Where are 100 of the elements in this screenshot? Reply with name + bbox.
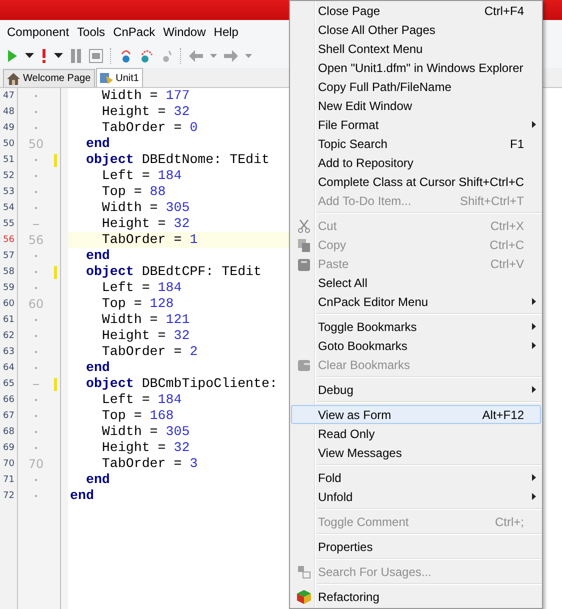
code-line: Top = 88 [100,184,167,200]
menu-option[interactable]: Read Only [291,424,541,443]
line-number: 54 [2,202,16,215]
copy-icon [297,238,311,252]
step-into-icon[interactable] [119,49,133,63]
code-line: end [84,472,111,488]
code-line: Top = 128 [100,296,175,312]
line-number: 58 [2,266,16,279]
code-line: Left = 184 [100,280,183,296]
unit-file-icon [100,72,113,84]
stop-icon[interactable] [89,49,103,63]
step-out-icon[interactable] [161,49,173,63]
menu-option[interactable]: Add to Repository [291,153,541,172]
line-number: 57 [2,250,16,263]
search-usages-icon [297,564,311,578]
menu-option[interactable]: Unfold [291,487,541,506]
code-line: TabOrder = 0 [100,120,199,136]
menu-option[interactable]: Debug [291,380,541,399]
editor-tab[interactable]: Welcome Page [3,69,95,87]
code-line: Left = 184 [100,168,183,184]
menu-option[interactable]: Goto Bookmarks [291,336,541,355]
line-number: 64 [2,362,16,375]
code-line: Width = 305 [100,200,191,216]
scissors-icon [297,218,311,232]
house-icon [7,72,20,84]
line-number: 48 [2,106,16,119]
pause-icon[interactable] [70,49,82,63]
line-number: 53 [2,186,16,199]
code-line: end [69,488,95,504]
code-line: Height = 32 [100,440,191,456]
code-line: Left = 184 [100,392,183,408]
menu-option[interactable]: CnPack Editor Menu [291,292,541,311]
cube-icon [297,590,311,604]
line-number: 47 [2,90,16,103]
menu-option[interactable]: Properties [291,537,541,556]
line-number: 62 [2,330,16,343]
line-number: 65 [2,378,16,391]
submenu-arrow-icon [532,474,536,481]
line-number: 60 [2,298,16,311]
forward-arrow-icon[interactable] [224,50,238,62]
line-number: 66 [2,394,16,407]
gutter-line-number: 60 [28,297,44,311]
code-line: Width = 177 [100,88,191,104]
menu-option[interactable]: Select All [291,273,541,292]
line-number: 63 [2,346,16,359]
clipboard-icon [297,256,311,270]
code-line: object DBCmbTipoCliente: [84,376,278,392]
code-line: end [84,248,111,264]
menu-item[interactable]: CnPack [110,23,160,41]
editor-tab[interactable]: Unit1 [96,68,143,87]
line-number: 68 [2,426,16,439]
menu-option[interactable]: Toggle Bookmarks [291,317,541,336]
menu-option[interactable]: Copy Full Path/FileName [291,77,541,96]
submenu-arrow-icon [532,298,536,305]
dropdown-arrow-icon[interactable] [25,53,34,59]
code-line: Width = 121 [100,312,191,328]
code-line: Height = 32 [100,216,191,232]
code-line: Height = 32 [100,104,191,120]
code-line: TabOrder = 3 [100,456,199,472]
menu-item[interactable]: Tools [74,23,110,41]
back-arrow-icon[interactable] [189,50,203,62]
line-number: 69 [2,442,16,455]
menu-option[interactable]: Complete Class at Cursor Shift+Ctrl+C [291,172,541,191]
menu-option[interactable]: Refactoring [291,587,541,606]
menu-item[interactable]: Window [160,23,211,41]
code-line: Height = 32 [100,328,191,344]
line-number: 61 [2,314,16,327]
submenu-arrow-icon [532,121,536,128]
menu-option[interactable]: Shell Context Menu [291,39,541,58]
bookmark-icon [297,358,311,372]
menu-option[interactable]: New Edit Window [291,96,541,115]
submenu-arrow-icon [532,323,536,330]
code-line: TabOrder = 2 [100,344,199,360]
menu-option[interactable]: Topic Search F1 [291,134,541,153]
line-number: 71 [2,474,16,487]
code-line: end [84,360,111,376]
menu-option[interactable]: Open "Unit1.dfm" in Windows Explorer [291,58,541,77]
gutter-line-number: 56 [28,233,44,247]
run-icon[interactable] [6,49,18,63]
menu-option[interactable]: Close All Other Pages [291,20,541,39]
line-number: 67 [2,410,16,423]
line-number: 70 [2,458,16,471]
code-line: object DBEdtNome: TEdit [84,152,270,168]
menu-option[interactable]: File Format [291,115,541,134]
menu-option[interactable]: View as Form Alt+F12 [291,405,541,424]
gutter-line-number: 50 [28,137,44,151]
dropdown-arrow-icon[interactable] [54,53,63,59]
menu-option[interactable]: Close Page Ctrl+F4 [291,1,541,20]
menu-option[interactable]: Fold [291,468,541,487]
line-number: 50 [2,138,16,151]
code-line: end [84,136,111,152]
step-over-icon[interactable] [140,49,154,63]
menu-option[interactable]: View Messages [291,443,541,462]
exclamation-icon[interactable] [41,49,47,63]
submenu-arrow-icon [532,493,536,500]
line-number: 49 [2,122,16,135]
code-line: Width = 305 [100,424,191,440]
menu-item[interactable]: Help [210,23,244,41]
line-number: 59 [2,282,16,295]
menu-item[interactable]: Component [4,23,74,41]
